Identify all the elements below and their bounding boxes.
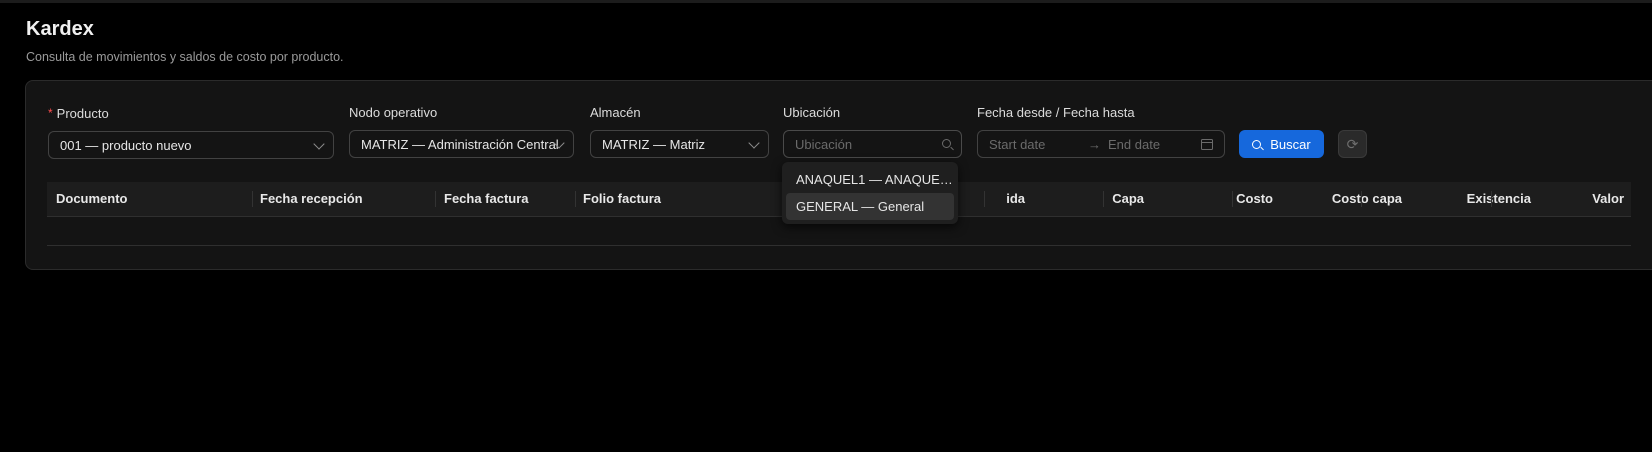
column-header-valor[interactable]: Valor xyxy=(1592,182,1624,216)
column-divider xyxy=(984,191,985,207)
producto-select-value: 001 — producto nuevo xyxy=(60,138,192,153)
calendar-icon xyxy=(1201,139,1213,150)
page-subtitle: Consulta de movimientos y saldos de cost… xyxy=(26,50,344,64)
almacen-select[interactable]: MATRIZ — Matriz xyxy=(590,130,769,158)
column-header-salida[interactable]: ida xyxy=(1006,182,1025,216)
ubicacion-dropdown: ANAQUEL1 — ANAQUEL... GENERAL — General xyxy=(782,162,958,224)
producto-select[interactable]: 001 — producto nuevo xyxy=(48,131,334,159)
column-divider xyxy=(435,191,436,207)
ubicacion-label: Ubicación xyxy=(783,105,840,120)
column-header-capa[interactable]: Capa xyxy=(1112,182,1144,216)
column-divider xyxy=(575,191,576,207)
column-divider xyxy=(1103,191,1104,207)
nodo-select-value: MATRIZ — Administración Central xyxy=(361,137,559,152)
column-header-existencia[interactable]: Existencia xyxy=(1467,182,1531,216)
buscar-button[interactable]: Buscar xyxy=(1239,130,1324,158)
chevron-down-icon xyxy=(748,137,759,148)
column-header-folio-factura[interactable]: Folio factura xyxy=(583,182,661,216)
column-header-documento[interactable]: Documento xyxy=(56,182,128,216)
date-range-separator: → xyxy=(1088,137,1101,152)
buscar-button-label: Buscar xyxy=(1270,137,1310,152)
top-bar xyxy=(0,0,1652,3)
dropdown-option[interactable]: ANAQUEL1 — ANAQUEL... xyxy=(786,166,954,193)
reload-icon: ⟳ xyxy=(1347,136,1359,153)
producto-label: * Producto xyxy=(48,106,109,121)
column-header-costo-capa[interactable]: Costo capa xyxy=(1332,182,1402,216)
column-divider xyxy=(1232,191,1233,207)
nodo-select[interactable]: MATRIZ — Administración Central xyxy=(349,130,574,158)
column-divider xyxy=(1491,191,1492,207)
required-mark: * xyxy=(48,106,53,120)
column-divider xyxy=(1361,191,1362,207)
nodo-label: Nodo operativo xyxy=(349,105,437,120)
date-range-picker[interactable]: Start date → End date xyxy=(977,130,1225,158)
search-icon xyxy=(942,139,951,148)
table-empty-body xyxy=(47,245,1631,246)
page-title: Kardex xyxy=(26,18,94,41)
chevron-down-icon xyxy=(313,138,324,149)
ubicacion-select[interactable]: Ubicación xyxy=(783,130,962,158)
ubicacion-placeholder: Ubicación xyxy=(795,137,852,152)
almacen-select-value: MATRIZ — Matriz xyxy=(602,137,705,152)
fechas-label: Fecha desde / Fecha hasta xyxy=(977,105,1135,120)
search-icon xyxy=(1252,140,1261,149)
column-header-fecha-recepcion[interactable]: Fecha recepción xyxy=(260,182,363,216)
dropdown-option-highlighted[interactable]: GENERAL — General xyxy=(786,193,954,220)
producto-label-text: Producto xyxy=(57,106,109,121)
column-header-costo[interactable]: Costo xyxy=(1236,182,1273,216)
column-header-fecha-factura[interactable]: Fecha factura xyxy=(444,182,529,216)
almacen-label: Almacén xyxy=(590,105,641,120)
reset-button[interactable]: ⟳ xyxy=(1338,130,1367,158)
start-date-input[interactable]: Start date xyxy=(989,137,1045,152)
end-date-input[interactable]: End date xyxy=(1108,137,1160,152)
column-divider xyxy=(252,191,253,207)
